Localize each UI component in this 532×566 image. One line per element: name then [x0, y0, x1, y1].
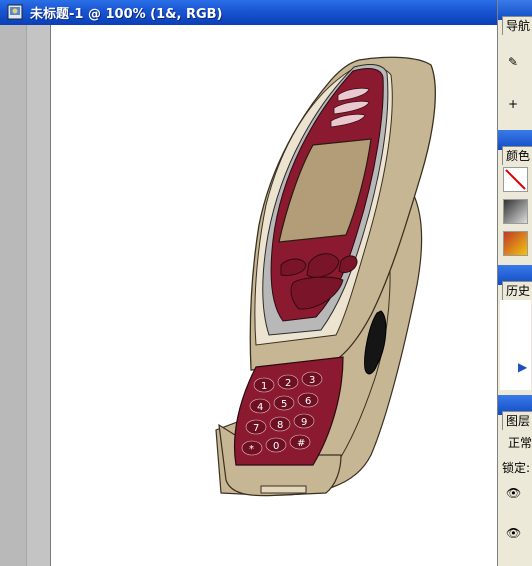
gradient-gray-swatch[interactable] [503, 199, 528, 224]
panels-dock: 导航 ✎ + 颜色 历史 ▶ 图层 正常 锁定: 👁 👁 [497, 0, 532, 566]
document-title-bar[interactable]: 未标题-1 @ 100% (1&, RGB) [0, 0, 497, 25]
keypad-key-label: 9 [301, 417, 307, 428]
history-panel-body: ▶ [500, 300, 531, 390]
keypad-key-label: 2 [285, 378, 291, 389]
workspace-background [0, 25, 26, 566]
keypad-key-label: 7 [253, 423, 259, 434]
layer-visibility-eye-icon-2[interactable]: 👁 [506, 526, 521, 540]
phone-connector [260, 485, 307, 494]
vertical-scroll-area [26, 25, 50, 566]
keypad-key-label: 3 [309, 375, 315, 386]
keypad-key-label: 1 [261, 381, 267, 392]
document-title: 未标题-1 @ 100% (1&, RGB) [30, 7, 223, 22]
keypad-key-label: # [297, 438, 305, 449]
layer-visibility-eye-icon[interactable]: 👁 [506, 486, 521, 500]
tab-navigator[interactable]: 导航 [502, 16, 532, 35]
phone-illustration: 1 2 3 4 5 6 7 8 9 * 0 # [215, 56, 436, 497]
keypad-key-label: 6 [305, 396, 311, 407]
photoshop-document-icon [7, 4, 23, 20]
crosshair-icon[interactable]: + [508, 97, 518, 111]
history-state-marker-icon[interactable]: ▶ [518, 360, 527, 374]
document-canvas[interactable]: 1 2 3 4 5 6 7 8 9 * 0 # [50, 25, 498, 566]
keypad-key-label: 4 [257, 402, 263, 413]
gradient-orange-swatch[interactable] [503, 231, 528, 256]
keypad-key-label: 5 [281, 399, 287, 410]
lock-label: 锁定: [502, 461, 531, 475]
blend-mode-select[interactable]: 正常 [508, 434, 532, 451]
keypad-key-label: 0 [273, 441, 279, 452]
tab-color[interactable]: 颜色 [502, 146, 532, 165]
eyedropper-icon[interactable]: ✎ [508, 55, 518, 69]
keypad-key-label: 8 [277, 420, 283, 431]
layers-panel-body: 正常 锁定: 👁 👁 [500, 430, 532, 566]
keypad-key-label: * [249, 444, 254, 455]
no-color-swatch[interactable] [503, 167, 528, 192]
color-panel-body [500, 165, 531, 260]
tab-layers[interactable]: 图层 [502, 411, 532, 430]
navigator-panel-body: ✎ + [500, 35, 531, 125]
tab-history[interactable]: 历史 [502, 281, 532, 300]
